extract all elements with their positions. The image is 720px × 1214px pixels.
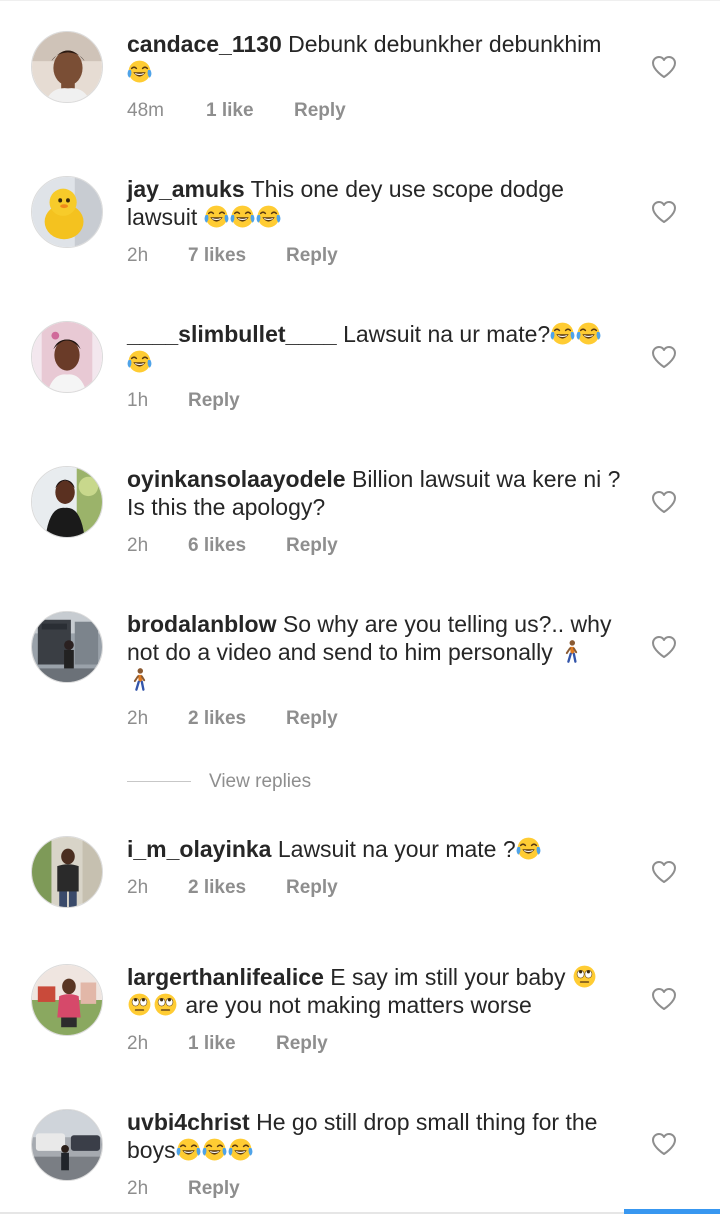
comment-text: ____slimbullet____ Lawsuit na ur mate? — [127, 320, 627, 376]
laugh-icon — [204, 204, 229, 229]
walk-icon — [127, 667, 152, 692]
comment-body: Lawsuit na ur mate? — [343, 321, 551, 347]
heart-icon[interactable] — [651, 55, 677, 79]
comment-meta: 2h 2 likes Reply — [127, 876, 338, 900]
username[interactable]: oyinkansolaayodele — [127, 466, 346, 492]
heart-icon[interactable] — [651, 635, 677, 659]
heart-icon[interactable] — [651, 987, 677, 1011]
username[interactable]: largerthanlifealice — [127, 964, 324, 990]
comment-meta: 2h 7 likes Reply — [127, 244, 338, 268]
likes-count[interactable]: 1 like — [206, 99, 294, 123]
roll-eyes-icon — [127, 992, 152, 1017]
username[interactable]: candace_1130 — [127, 31, 282, 57]
heart-icon[interactable] — [651, 1132, 677, 1156]
view-replies-divider — [127, 781, 191, 783]
comment-body-continued: are you not making matters worse — [185, 992, 532, 1018]
avatar[interactable] — [31, 1109, 103, 1181]
timestamp: 2h — [127, 535, 149, 556]
comment-body: Debunk debunkher debunkhim — [288, 31, 602, 57]
reply-button[interactable]: Reply — [188, 389, 240, 413]
laugh-icon — [516, 836, 541, 861]
timestamp: 2h — [127, 1178, 149, 1199]
avatar[interactable] — [31, 321, 103, 393]
reply-button[interactable]: Reply — [286, 876, 338, 900]
comment-meta: 48m 1 like Reply — [127, 99, 346, 123]
comment-body: Lawsuit na your mate ? — [277, 836, 516, 862]
comment-meta: 2h 2 likes Reply — [127, 707, 338, 731]
comment-text: i_m_olayinka Lawsuit na your mate ? — [127, 835, 627, 863]
laugh-icon — [228, 1137, 253, 1162]
avatar[interactable] — [31, 611, 103, 683]
laugh-icon — [230, 204, 255, 229]
likes-count[interactable]: 2 likes — [188, 707, 286, 731]
avatar[interactable] — [31, 31, 103, 103]
comment-text: brodalanblow So why are you telling us?.… — [127, 610, 627, 694]
comment-meta: 2h 6 likes Reply — [127, 534, 338, 558]
comment-meta: 2h 1 like Reply — [127, 1032, 328, 1056]
laugh-icon — [550, 321, 575, 346]
heart-icon[interactable] — [651, 860, 677, 884]
comment-meta: 2h Reply — [127, 1177, 240, 1201]
reply-button[interactable]: Reply — [294, 99, 346, 123]
heart-icon[interactable] — [651, 200, 677, 224]
laugh-icon — [176, 1137, 201, 1162]
view-replies-button[interactable]: View replies — [127, 770, 311, 794]
comment-text: oyinkansolaayodele Billion lawsuit wa ke… — [127, 465, 627, 521]
walk-icon — [559, 639, 584, 664]
avatar[interactable] — [31, 964, 103, 1036]
timestamp: 48m — [127, 100, 164, 121]
laugh-icon — [127, 349, 152, 374]
laugh-icon — [202, 1137, 227, 1162]
laugh-icon — [576, 321, 601, 346]
username[interactable]: uvbi4christ — [127, 1109, 250, 1135]
scroll-indicator — [624, 1209, 720, 1214]
roll-eyes-icon — [153, 992, 178, 1017]
likes-count[interactable]: 1 like — [188, 1032, 276, 1056]
reply-button[interactable]: Reply — [286, 707, 338, 731]
comment-text: candace_1130 Debunk debunkher debunkhim — [127, 30, 627, 86]
username[interactable]: jay_amuks — [127, 176, 245, 202]
likes-count[interactable]: 6 likes — [188, 534, 286, 558]
heart-icon[interactable] — [651, 490, 677, 514]
timestamp: 1h — [127, 390, 149, 411]
avatar[interactable] — [31, 466, 103, 538]
roll-eyes-icon — [572, 964, 597, 989]
reply-button[interactable]: Reply — [276, 1032, 328, 1056]
comment-text: uvbi4christ He go still drop small thing… — [127, 1108, 627, 1164]
reply-button[interactable]: Reply — [286, 244, 338, 268]
timestamp: 2h — [127, 708, 149, 729]
reply-button[interactable]: Reply — [188, 1177, 240, 1201]
timestamp: 2h — [127, 1033, 149, 1054]
laugh-icon — [127, 59, 152, 84]
avatar[interactable] — [31, 176, 103, 248]
heart-icon[interactable] — [651, 345, 677, 369]
avatar[interactable] — [31, 836, 103, 908]
view-replies-label[interactable]: View replies — [209, 771, 311, 792]
likes-count[interactable]: 7 likes — [188, 244, 286, 268]
timestamp: 2h — [127, 245, 149, 266]
username[interactable]: ____slimbullet____ — [127, 321, 337, 347]
timestamp: 2h — [127, 877, 149, 898]
comment-body: E say im still your baby — [330, 964, 566, 990]
comment-meta: 1h Reply — [127, 389, 240, 413]
reply-button[interactable]: Reply — [286, 534, 338, 558]
top-divider — [0, 0, 720, 1]
likes-count[interactable]: 2 likes — [188, 876, 286, 900]
comment-text: largerthanlifealice E say im still your … — [127, 963, 627, 1019]
username[interactable]: brodalanblow — [127, 611, 277, 637]
username[interactable]: i_m_olayinka — [127, 836, 271, 862]
comment-text: jay_amuks This one dey use scope dodge l… — [127, 175, 627, 231]
laugh-icon — [256, 204, 281, 229]
